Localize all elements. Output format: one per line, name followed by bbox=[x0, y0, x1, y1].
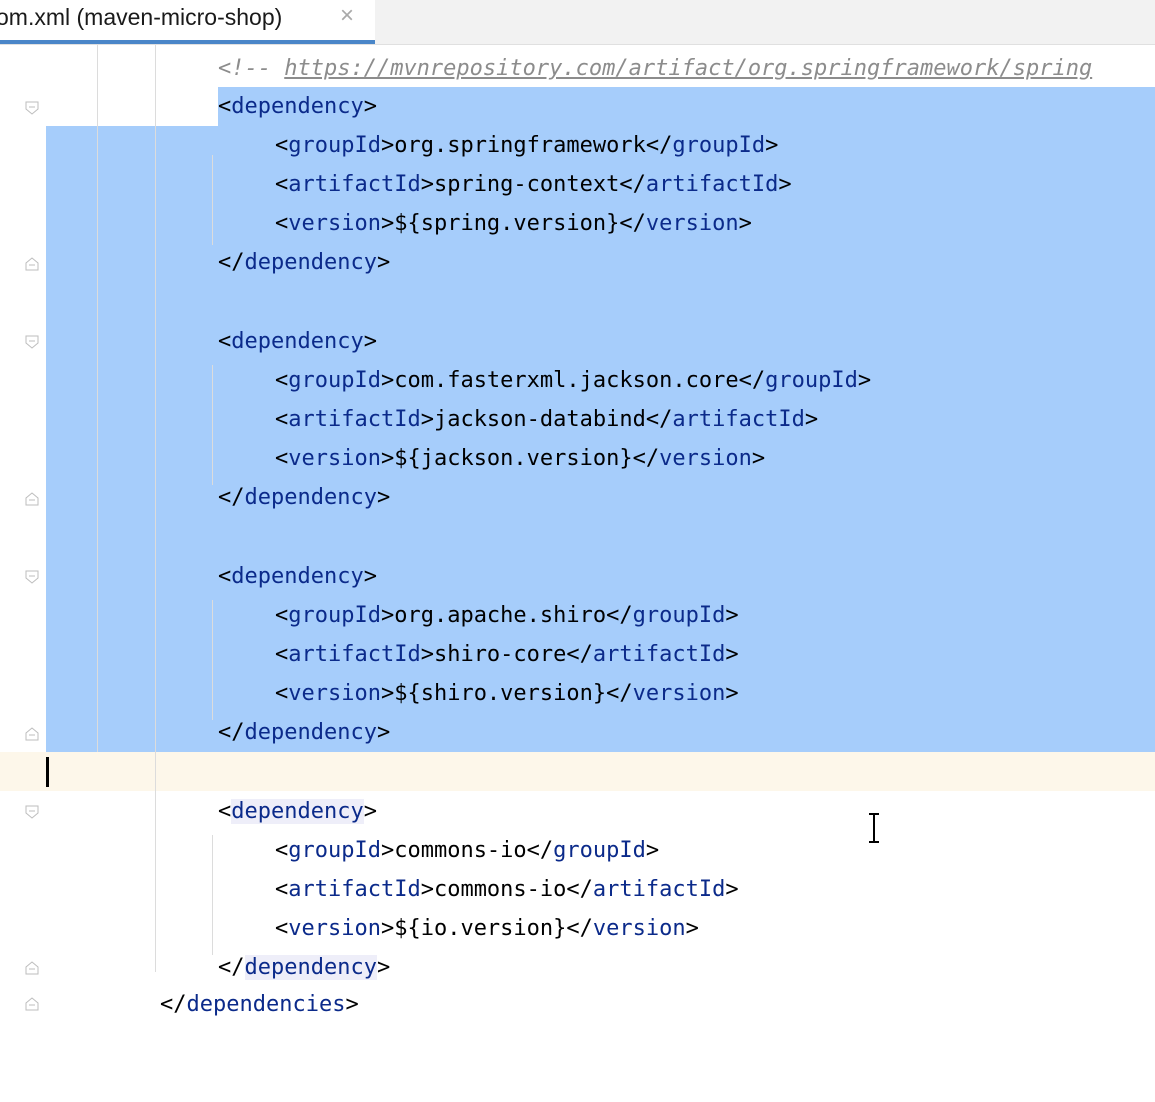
xml-tag: version bbox=[288, 211, 381, 236]
xml-tag: version bbox=[645, 211, 739, 236]
xml-tag: version bbox=[592, 916, 686, 941]
xml-value: com.fasterxml.jackson.core bbox=[394, 368, 739, 393]
xml-tag: dependency bbox=[231, 564, 364, 589]
xml-tag: dependency bbox=[244, 485, 377, 510]
code-line: <groupId>com.fasterxml.jackson.core</gro… bbox=[275, 368, 872, 393]
xml-value: commons-io bbox=[433, 877, 567, 902]
xml-tag: artifactId bbox=[288, 172, 421, 197]
xml-value: ${jackson.version} bbox=[394, 446, 633, 471]
xml-value: jackson-databind bbox=[433, 407, 646, 432]
xml-tag: groupId bbox=[288, 133, 381, 158]
code-line: <version>${shiro.version}</version> bbox=[275, 681, 739, 706]
close-icon[interactable]: × bbox=[340, 2, 354, 30]
xml-tag: version bbox=[288, 916, 381, 941]
xml-tag: groupId bbox=[553, 838, 646, 863]
text-cursor-icon bbox=[869, 813, 879, 843]
comment-link[interactable]: https://mvnrepository.com/artifact/org.s… bbox=[284, 56, 1092, 81]
code-line: <dependency> bbox=[218, 94, 377, 119]
code-line: <dependency> bbox=[218, 799, 377, 824]
xml-value: shiro-core bbox=[433, 642, 567, 667]
xml-tag: version bbox=[288, 446, 381, 471]
xml-value: org.springframework bbox=[394, 133, 646, 158]
xml-tag: artifactId bbox=[592, 642, 726, 667]
xml-tag: groupId bbox=[672, 133, 766, 158]
current-line-highlight bbox=[0, 752, 1155, 791]
xml-tag: dependencies bbox=[186, 992, 346, 1017]
tab-pom-xml[interactable]: om.xml (maven-micro-shop) × bbox=[0, 0, 375, 44]
code-line: <groupId>org.apache.shiro</groupId> bbox=[275, 603, 739, 628]
code-editor[interactable]: <!-- https://mvnrepository.com/artifact/… bbox=[0, 45, 1155, 1017]
code-line: <artifactId>commons-io</artifactId> bbox=[275, 877, 739, 902]
xml-tag: dependency bbox=[244, 250, 377, 275]
xml-comment: <!-- https://mvnrepository.com/artifact/… bbox=[218, 56, 1093, 81]
xml-tag: groupId bbox=[632, 603, 726, 628]
code-line: </dependency> bbox=[218, 720, 391, 745]
code-line: </dependency> bbox=[218, 955, 391, 980]
code-line: <groupId>org.springframework</groupId> bbox=[275, 133, 779, 158]
code-line: <groupId>commons-io</groupId> bbox=[275, 838, 660, 863]
code-line: </dependencies> bbox=[160, 992, 359, 1017]
code-line: <version>${spring.version}</version> bbox=[275, 211, 752, 236]
code-line: <version>${jackson.version}</version> bbox=[275, 446, 766, 471]
xml-tag: artifactId bbox=[645, 172, 779, 197]
xml-tag: groupId bbox=[288, 838, 381, 863]
code-line: <!-- https://mvnrepository.com/artifact/… bbox=[0, 49, 1155, 88]
xml-value: ${shiro.version} bbox=[394, 681, 607, 706]
active-tab-indicator bbox=[0, 40, 375, 44]
xml-tag: dependency bbox=[231, 799, 364, 824]
xml-value: spring-context bbox=[433, 172, 620, 197]
code-line: </dependency> bbox=[218, 250, 391, 275]
code-line: <artifactId>spring-context</artifactId> bbox=[275, 172, 792, 197]
xml-tag: artifactId bbox=[672, 407, 805, 432]
code-line: <artifactId>jackson-databind</artifactId… bbox=[275, 407, 819, 432]
code-line: <version>${io.version}</version> bbox=[275, 916, 699, 941]
xml-tag: dependency bbox=[231, 94, 364, 119]
xml-tag: groupId bbox=[765, 368, 858, 393]
xml-tag: dependency bbox=[231, 329, 364, 354]
xml-tag: artifactId bbox=[288, 642, 421, 667]
xml-tag: groupId bbox=[288, 368, 381, 393]
code-line: <dependency> bbox=[218, 564, 377, 589]
code-line: <artifactId>shiro-core</artifactId> bbox=[275, 642, 739, 667]
xml-value: org.apache.shiro bbox=[394, 603, 607, 628]
tab-label: om.xml (maven-micro-shop) bbox=[0, 4, 283, 30]
xml-tag: groupId bbox=[288, 603, 381, 628]
xml-tag: dependency bbox=[244, 955, 377, 980]
xml-value: commons-io bbox=[394, 838, 527, 863]
xml-tag: artifactId bbox=[288, 877, 421, 902]
xml-tag: version bbox=[632, 681, 726, 706]
xml-value: ${io.version} bbox=[394, 916, 567, 941]
xml-tag: version bbox=[659, 446, 752, 471]
code-line: <dependency> bbox=[218, 329, 377, 354]
xml-tag: version bbox=[288, 681, 381, 706]
xml-tag: artifactId bbox=[288, 407, 421, 432]
xml-value: ${spring.version} bbox=[394, 211, 620, 236]
xml-tag: artifactId bbox=[592, 877, 726, 902]
editor-tab-bar: om.xml (maven-micro-shop) × bbox=[0, 0, 1155, 45]
code-line: </dependency> bbox=[218, 485, 391, 510]
xml-tag: dependency bbox=[244, 720, 377, 745]
